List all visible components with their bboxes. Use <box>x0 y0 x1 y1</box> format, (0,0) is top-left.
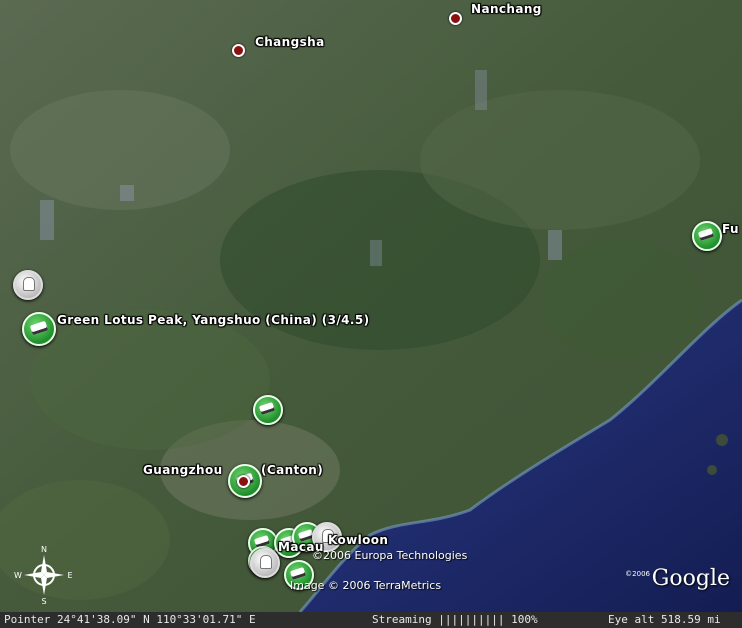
compass-south: S <box>41 597 46 605</box>
photo-placemark-icon[interactable] <box>13 270 43 300</box>
nanchang-label[interactable]: Nanchang <box>471 2 542 16</box>
compass-east: E <box>67 571 72 580</box>
canton-label[interactable]: (Canton) <box>261 463 323 477</box>
pointer-coordinates: Pointer 24°41'38.09" N 110°33'01.71" E <box>4 613 256 626</box>
green-lotus-peak-placemark-icon[interactable] <box>22 312 56 346</box>
placemark-icon[interactable] <box>253 395 283 425</box>
green-lotus-peak-label[interactable]: Green Lotus Peak, Yangshuo (China) (3/4.… <box>57 313 369 327</box>
streaming-status: Streaming |||||||||| 100% <box>372 613 538 626</box>
changsha-label[interactable]: Changsha <box>255 35 325 49</box>
compass-north: N <box>41 545 47 554</box>
soccer-placemark-icon[interactable] <box>250 548 280 578</box>
fuzhou-label[interactable]: Fu <box>722 222 739 236</box>
terrametrics-credit: Image © 2006 TerraMetrics <box>290 579 442 592</box>
fuzhou-placemark-icon[interactable] <box>692 221 722 251</box>
compass-icon[interactable]: N S W E <box>14 545 74 605</box>
eye-altitude: Eye alt 518.59 mi <box>608 613 721 626</box>
guangzhou-label[interactable]: Guangzhou <box>143 463 223 477</box>
kowloon-label[interactable]: Kowloon <box>328 533 388 547</box>
nanchang-marker[interactable] <box>449 12 462 25</box>
google-year: ©2006 <box>625 570 650 578</box>
guangzhou-marker[interactable] <box>237 475 250 488</box>
compass-west: W <box>14 571 22 580</box>
europa-credit: ©2006 Europa Technologies <box>312 549 468 562</box>
status-bar: Pointer 24°41'38.09" N 110°33'01.71" E S… <box>0 612 742 628</box>
changsha-marker[interactable] <box>232 44 245 57</box>
map-viewport[interactable]: Nanchang Changsha Fu Green Lotus Peak, Y… <box>0 0 742 628</box>
google-logo: Google <box>651 566 730 591</box>
